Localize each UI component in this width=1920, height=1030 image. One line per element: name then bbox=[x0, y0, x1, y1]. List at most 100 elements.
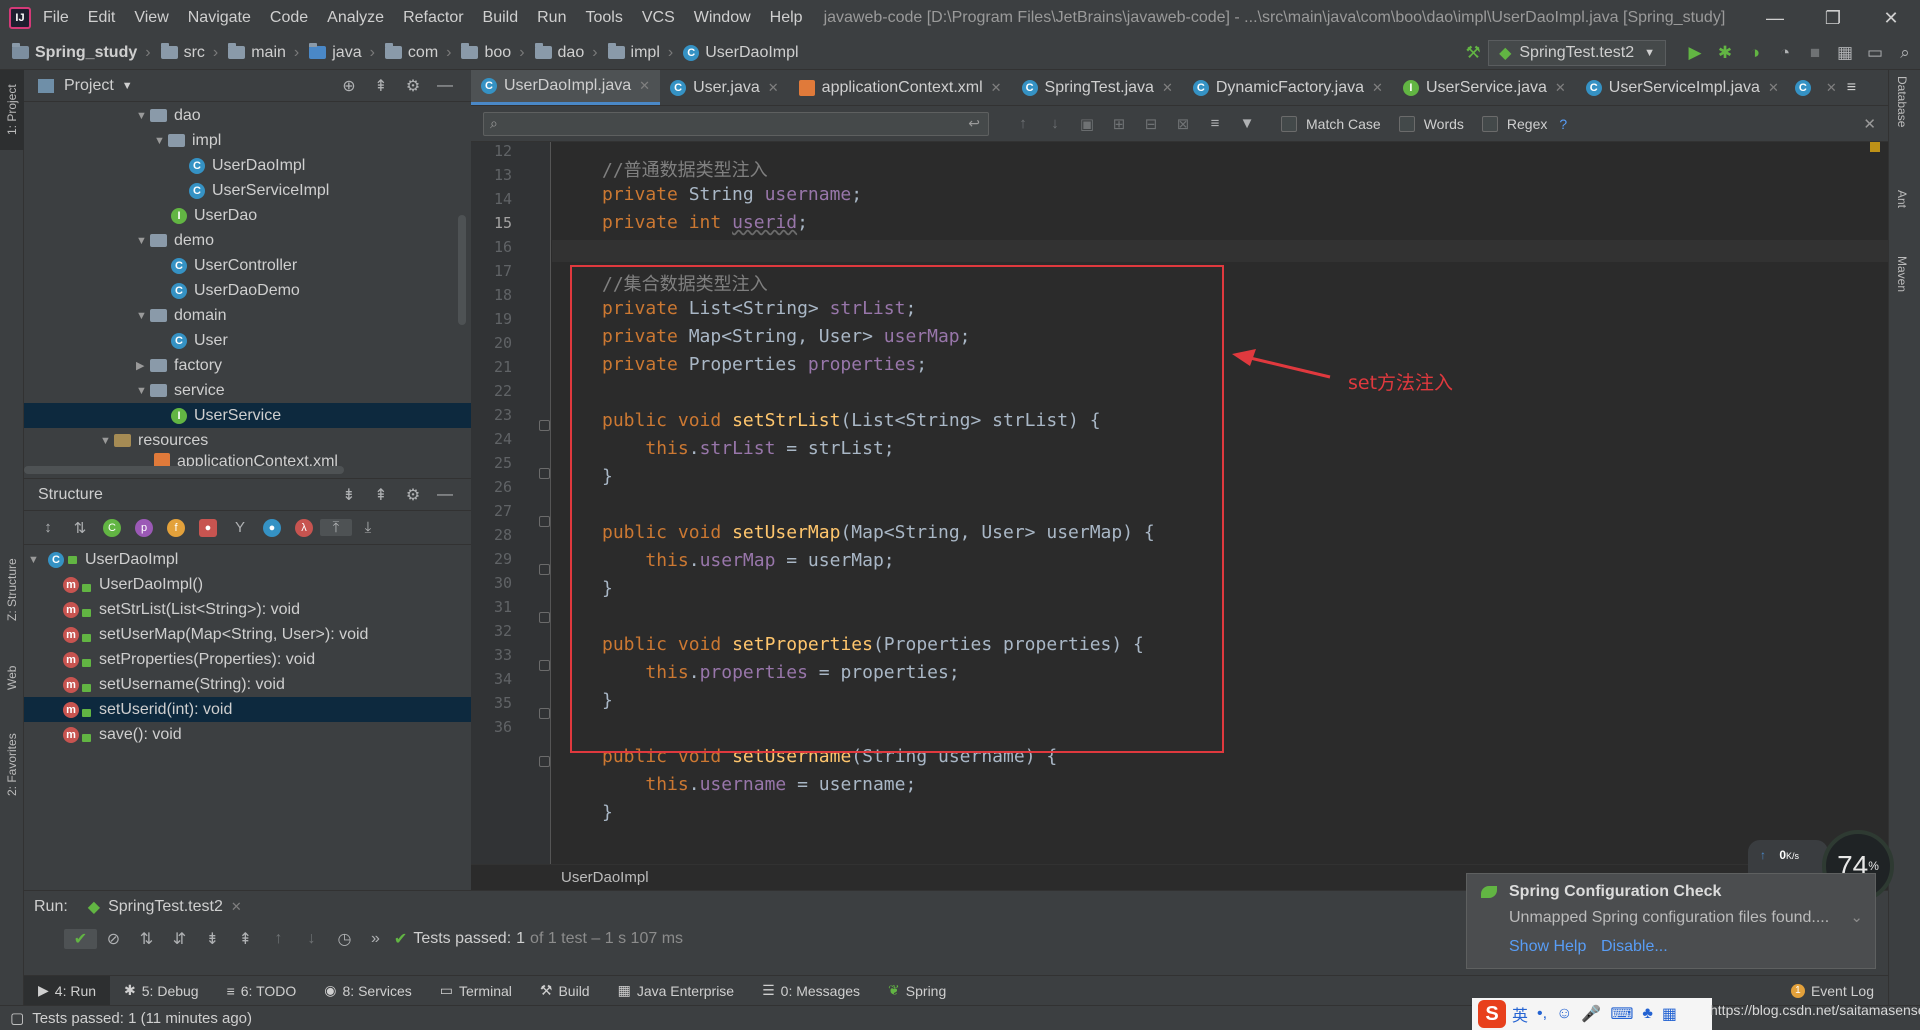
menu-view[interactable]: View bbox=[134, 9, 168, 27]
close-tab-icon[interactable]: ✕ bbox=[1555, 80, 1566, 96]
menu-navigate[interactable]: Navigate bbox=[188, 9, 251, 27]
keyboard-icon[interactable]: ⌨ bbox=[1610, 1004, 1633, 1024]
tab-build[interactable]: ⚒ Build bbox=[526, 976, 604, 1006]
coverage-icon[interactable]: ◑ bbox=[1740, 43, 1770, 63]
select-all-occurrences-icon[interactable]: ⊠ bbox=[1167, 115, 1199, 133]
tree-item[interactable]: C UserServiceImpl bbox=[24, 178, 471, 203]
stop-icon[interactable]: ■ bbox=[1800, 43, 1830, 63]
breadcrumb-class[interactable]: C UserDaoImpl bbox=[673, 44, 799, 62]
add-selection-icon[interactable]: ⊞ bbox=[1103, 115, 1135, 133]
structure-member[interactable]: m setUserMap(Map<String, User>): void bbox=[24, 622, 471, 647]
project-tool-tab[interactable]: 1: Project bbox=[0, 70, 24, 150]
favorites-tool-tab[interactable]: 2: Favorites bbox=[0, 720, 24, 810]
database-tool-tab[interactable]: Database bbox=[1895, 76, 1909, 127]
run-tab-label[interactable]: SpringTest.test2 bbox=[108, 898, 223, 916]
tree-item-selected[interactable]: I UserService bbox=[24, 403, 471, 428]
locate-target-icon[interactable]: ⊕ bbox=[333, 76, 365, 96]
ime-language[interactable]: 英 bbox=[1512, 1002, 1528, 1026]
tree-item[interactable]: I UserDao bbox=[24, 203, 471, 228]
collapse-all-icon[interactable]: ⇞ bbox=[365, 485, 397, 505]
show-ignored-icon[interactable]: ⊘ bbox=[97, 929, 130, 949]
breadcrumb-dao[interactable]: dao › bbox=[525, 43, 598, 62]
sort-alpha-icon[interactable]: ⇅ bbox=[130, 929, 163, 949]
tree-item[interactable]: C UserDaoImpl bbox=[24, 153, 471, 178]
tab-spring[interactable]: ❦ Spring bbox=[874, 976, 960, 1006]
close-tab-icon[interactable]: ✕ bbox=[1768, 80, 1779, 96]
previous-failed-icon[interactable]: ↑ bbox=[262, 930, 295, 948]
hide-panel-icon[interactable]: — bbox=[429, 486, 461, 504]
tree-item[interactable]: C User bbox=[24, 328, 471, 353]
tab-userdaoimpl[interactable]: C UserDaoImpl.java ✕ bbox=[471, 70, 661, 105]
expand-all-icon[interactable]: ⇟ bbox=[196, 929, 229, 949]
tree-item[interactable]: ▶ factory bbox=[24, 353, 471, 378]
more-icon[interactable]: » bbox=[371, 930, 380, 948]
tab-todo[interactable]: ≡ 6: TODO bbox=[213, 976, 311, 1006]
tab-userservice[interactable]: I UserService.java ✕ bbox=[1393, 70, 1576, 105]
regex-checkbox[interactable]: Regex bbox=[1481, 115, 1547, 132]
restore-icon[interactable]: ❐ bbox=[1804, 0, 1862, 36]
tree-item[interactable]: ▼ service bbox=[24, 378, 471, 403]
history-icon[interactable]: ↩ bbox=[968, 115, 980, 132]
previous-occurrence-icon[interactable]: ↑ bbox=[1007, 115, 1039, 132]
tab-services[interactable]: ◉ 8: Services bbox=[310, 976, 425, 1006]
tab-dynamicfactory[interactable]: C DynamicFactory.java ✕ bbox=[1183, 70, 1393, 105]
close-tab-icon[interactable]: ✕ bbox=[639, 78, 650, 94]
structure-root[interactable]: ▼ C UserDaoImpl bbox=[24, 547, 471, 572]
filter-options-icon[interactable]: ≡ bbox=[1199, 115, 1231, 132]
web-tool-tab[interactable]: Web bbox=[0, 648, 24, 708]
fold-marker-icon[interactable] bbox=[539, 564, 550, 575]
show-non-public-icon[interactable]: ● bbox=[192, 518, 224, 537]
tree-item[interactable]: C UserDaoDemo bbox=[24, 278, 471, 303]
gear-icon[interactable]: ⚙ bbox=[397, 485, 429, 505]
menu-file[interactable]: File bbox=[43, 9, 69, 27]
run-icon[interactable]: ▶ bbox=[1680, 43, 1710, 63]
menu-build[interactable]: Build bbox=[483, 9, 519, 27]
breadcrumb-project[interactable]: Spring_study › bbox=[0, 43, 151, 62]
show-fields-icon[interactable]: f bbox=[160, 518, 192, 537]
project-horizontal-scrollbar[interactable] bbox=[24, 466, 344, 474]
tree-item[interactable]: C UserController bbox=[24, 253, 471, 278]
disable-link[interactable]: Disable... bbox=[1601, 938, 1668, 956]
tab-java-enterprise[interactable]: ▦ Java Enterprise bbox=[604, 976, 749, 1006]
fold-marker-icon[interactable] bbox=[539, 660, 550, 671]
chevron-down-icon[interactable]: ⌄ bbox=[1850, 908, 1863, 926]
match-case-checkbox[interactable]: Match Case bbox=[1281, 115, 1381, 132]
fold-marker-icon[interactable] bbox=[539, 516, 550, 527]
maven-tool-tab[interactable]: Maven bbox=[1895, 256, 1909, 292]
project-vertical-scrollbar[interactable] bbox=[458, 215, 466, 325]
structure-member[interactable]: m setUsername(String): void bbox=[24, 672, 471, 697]
close-find-icon[interactable]: ✕ bbox=[1863, 115, 1876, 133]
menu-analyze[interactable]: Analyze bbox=[327, 9, 384, 27]
show-anonymous-icon[interactable]: ● bbox=[256, 518, 288, 537]
regex-help-link[interactable]: ? bbox=[1559, 116, 1567, 132]
close-window-icon[interactable]: ✕ bbox=[1862, 0, 1920, 36]
fold-marker-icon[interactable] bbox=[539, 612, 550, 623]
sort-alpha-icon[interactable]: ⇅ bbox=[64, 519, 96, 537]
close-tab-icon[interactable]: ✕ bbox=[1826, 80, 1837, 96]
collapse-all-icon[interactable]: ⇞ bbox=[365, 76, 397, 96]
show-inherited-icon[interactable]: C bbox=[96, 518, 128, 537]
menu-tools[interactable]: Tools bbox=[585, 9, 622, 27]
filter-icon[interactable]: ▼ bbox=[1231, 115, 1263, 132]
project-panel-title[interactable]: Project bbox=[64, 77, 114, 95]
menu-code[interactable]: Code bbox=[270, 9, 308, 27]
show-help-link[interactable]: Show Help bbox=[1509, 938, 1586, 956]
project-structure-icon[interactable]: ▦ bbox=[1830, 43, 1860, 63]
tab-list-menu[interactable]: ≡ bbox=[1843, 70, 1860, 105]
menu-edit[interactable]: Edit bbox=[88, 9, 116, 27]
fold-marker-icon[interactable] bbox=[539, 708, 550, 719]
close-tab-icon[interactable]: ✕ bbox=[231, 899, 242, 915]
close-tab-icon[interactable]: ✕ bbox=[1372, 80, 1383, 96]
presentation-icon[interactable]: ▭ bbox=[1860, 43, 1890, 63]
tab-userserviceimpl[interactable]: C UserServiceImpl.java ✕ bbox=[1576, 70, 1789, 105]
sort-visibility-icon[interactable]: ↕ bbox=[32, 519, 64, 536]
warning-marker-icon[interactable] bbox=[1870, 142, 1880, 152]
tree-item[interactable]: applicationContext.xml bbox=[24, 453, 471, 466]
structure-member-selected[interactable]: m setUserid(int): void bbox=[24, 697, 471, 722]
hide-panel-icon[interactable]: — bbox=[429, 77, 461, 95]
structure-tool-tab[interactable]: Z: Structure bbox=[0, 540, 24, 640]
tree-item[interactable]: ▼ demo bbox=[24, 228, 471, 253]
breadcrumb-src[interactable]: src › bbox=[151, 43, 218, 62]
menu-vcs[interactable]: VCS bbox=[642, 9, 675, 27]
menu-run[interactable]: Run bbox=[537, 9, 566, 27]
